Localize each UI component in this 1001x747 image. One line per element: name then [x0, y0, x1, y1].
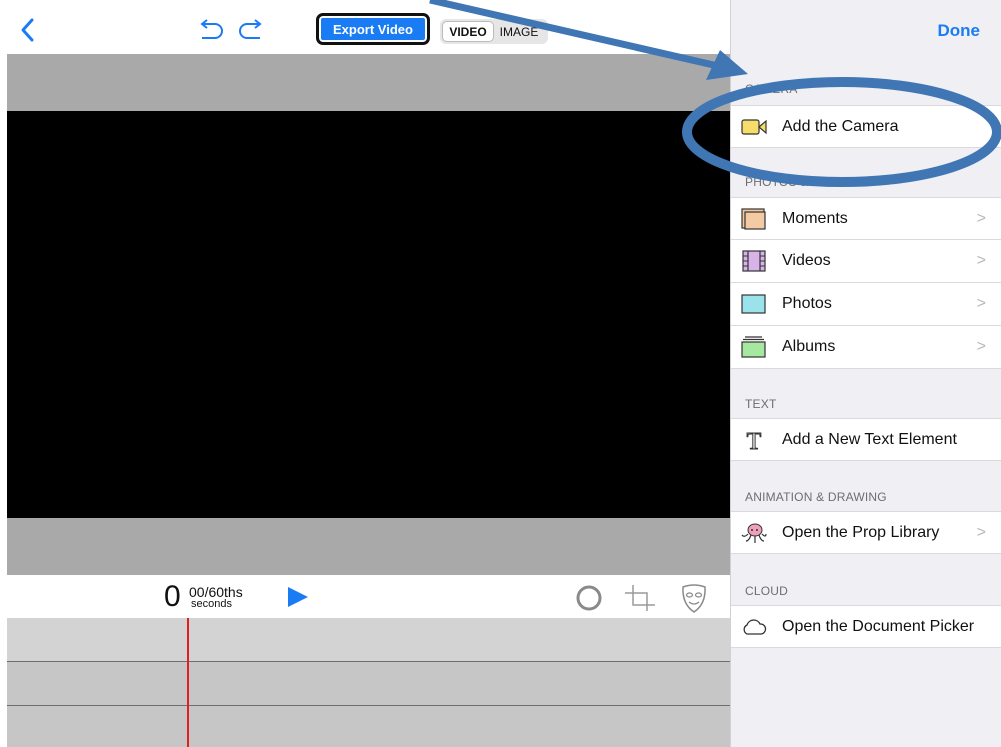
- undo-icon: [200, 19, 223, 39]
- list-item-label: Moments: [782, 210, 848, 227]
- chevron-right-icon: >: [976, 338, 986, 355]
- list-item-add-camera[interactable]: Add the Camera: [731, 105, 1001, 148]
- list-item-albums[interactable]: Albums >: [731, 326, 1001, 369]
- chevron-right-icon: >: [976, 210, 986, 227]
- done-button[interactable]: Done: [938, 21, 981, 41]
- list-item-photos[interactable]: Photos >: [731, 283, 1001, 326]
- export-video-button[interactable]: Export Video: [316, 13, 430, 45]
- video-canvas[interactable]: [7, 111, 730, 518]
- timeline-track[interactable]: [7, 706, 730, 747]
- back-button[interactable]: [18, 16, 38, 44]
- section-header-cloud: CLOUD: [745, 584, 789, 598]
- section-header-photos-videos: PHOTOS & VIDEOS: [745, 175, 859, 189]
- playhead[interactable]: [187, 618, 189, 747]
- list-item-label: Add the Camera: [782, 118, 899, 135]
- chevron-left-icon: [21, 18, 34, 42]
- mode-video-tab[interactable]: VIDEO: [442, 21, 494, 42]
- list-item-prop-library[interactable]: Open the Prop Library >: [731, 511, 1001, 554]
- moments-icon: [741, 208, 766, 230]
- list-item-label: Videos: [782, 252, 831, 269]
- list-item-add-text[interactable]: T Add a New Text Element: [731, 418, 1001, 461]
- crop-icon: [625, 585, 655, 611]
- mask-icon: [682, 584, 706, 613]
- media-panel: Done CAMERA Add the Camera PHOTOS & VIDE…: [730, 0, 1001, 747]
- photo-icon: [741, 294, 766, 314]
- crop-button[interactable]: [623, 583, 657, 613]
- timeline-track[interactable]: [7, 662, 730, 706]
- mode-segmented-control: VIDEO IMAGE: [440, 19, 548, 44]
- time-unit-label: seconds: [191, 598, 232, 610]
- list-item-videos[interactable]: Videos >: [731, 240, 1001, 283]
- video-editor: Export Video VIDEO IMAGE 0 00/60ths seco…: [0, 0, 730, 747]
- list-item-label: Photos: [782, 295, 832, 312]
- editor-toolbar: Export Video VIDEO IMAGE: [0, 0, 730, 54]
- list-item-document-picker[interactable]: Open the Document Picker: [731, 605, 1001, 648]
- timeline-track[interactable]: [7, 618, 730, 662]
- redo-button[interactable]: [236, 18, 266, 42]
- section-header-camera: CAMERA: [745, 82, 798, 96]
- cloud-icon: [743, 619, 767, 635]
- svg-text:T: T: [747, 429, 762, 451]
- camera-icon: [741, 119, 767, 135]
- chevron-right-icon: >: [976, 295, 986, 312]
- play-icon: [288, 587, 308, 607]
- stage-margin-bottom: [7, 518, 730, 575]
- redo-icon: [239, 19, 262, 39]
- section-header-animation: ANIMATION & DRAWING: [745, 490, 887, 504]
- chevron-right-icon: >: [976, 524, 986, 541]
- list-item-label: Open the Document Picker: [782, 618, 975, 635]
- list-item-label: Open the Prop Library: [782, 524, 940, 541]
- panel-header: Done: [731, 0, 1001, 62]
- circle-icon: [576, 585, 602, 611]
- list-item-moments[interactable]: Moments >: [731, 197, 1001, 240]
- time-seconds: 0: [164, 580, 181, 613]
- section-header-text: TEXT: [745, 397, 777, 411]
- undo-button[interactable]: [196, 18, 226, 42]
- mode-image-tab[interactable]: IMAGE: [494, 21, 544, 42]
- play-button[interactable]: [286, 585, 310, 609]
- mask-button[interactable]: [679, 582, 709, 614]
- stage-margin-top: [7, 54, 730, 111]
- record-button[interactable]: [574, 583, 604, 613]
- chevron-right-icon: >: [976, 252, 986, 269]
- album-icon: [741, 336, 766, 358]
- list-item-label: Albums: [782, 338, 836, 355]
- octopus-icon: [741, 523, 767, 543]
- time-fraction: 00/60ths: [189, 584, 243, 600]
- text-icon: T: [746, 429, 762, 451]
- timeline[interactable]: [7, 618, 730, 747]
- film-icon: [742, 250, 766, 272]
- playback-bar: [7, 575, 730, 618]
- list-item-label: Add a New Text Element: [782, 431, 957, 448]
